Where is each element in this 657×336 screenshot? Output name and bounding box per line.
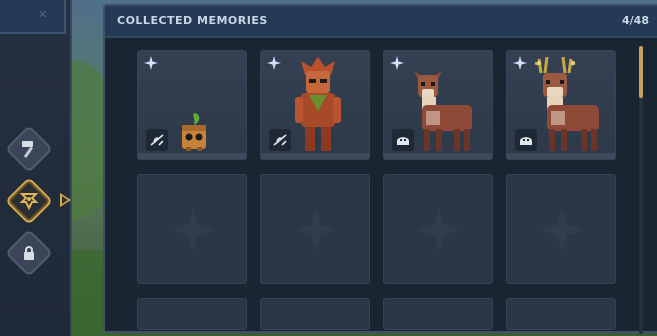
animal-icon [397,137,409,145]
empty-slot-star-icon [540,208,584,252]
sparkle-icon [267,56,281,70]
animal-icon [520,137,532,145]
memory-slot-leafy-humanoid[interactable] [260,50,370,160]
slot-base [138,153,246,159]
hammer-icon [22,141,33,158]
memory-slot-sapling[interactable] [137,50,247,160]
slot-base [261,153,369,159]
sparkle-icon [390,56,404,70]
plant-icon [273,134,287,146]
collection-count: 4/48 [622,14,649,27]
memories-icon [19,193,39,211]
plant-badge [269,129,291,151]
scrollbar-thumb[interactable] [639,46,643,98]
animal-badge [515,129,537,151]
empty-slot-star-icon [171,208,215,252]
lock-icon [24,246,34,260]
memory-slot-empty[interactable] [383,174,493,284]
slot-base [507,153,615,159]
memory-slot-antlered-stag[interactable] [506,50,616,160]
memory-slot-empty[interactable] [260,174,370,284]
memories-button[interactable] [4,176,54,226]
memory-slot-empty[interactable] [383,298,493,330]
antlered-stag-sprite [534,56,599,151]
panel-title: COLLECTED MEMORIES [117,14,268,27]
active-indicator-arrow [60,193,71,207]
slot-base [384,153,492,159]
memory-slot-empty[interactable] [506,298,616,330]
memory-slot-deer-doe[interactable] [383,50,493,160]
panel-header: COLLECTED MEMORIES 4/48 [105,6,657,38]
rail-top-tab: ✕ [0,0,66,34]
rail-top-glyph: ✕ [38,8,48,21]
memory-slot-empty[interactable] [260,298,370,330]
sparkle-icon [144,56,158,70]
empty-slot-star-icon [294,208,338,252]
scrollbar[interactable] [639,46,643,334]
memory-slot-empty[interactable] [137,298,247,330]
memory-slot-empty[interactable] [137,174,247,284]
collected-memories-panel: COLLECTED MEMORIES 4/48 [103,4,657,334]
leafy-humanoid-sprite [295,57,341,151]
plant-badge [146,129,168,151]
locked-button[interactable] [4,228,54,278]
hammer-button[interactable] [4,124,54,174]
sapling-creature-sprite [182,113,206,151]
sparkle-icon [513,56,527,70]
empty-slot-star-icon [417,208,461,252]
memory-slot-empty[interactable] [506,174,616,284]
animal-badge [392,129,414,151]
deer-doe-sprite [414,71,472,151]
plant-icon [150,134,164,146]
side-rail: ✕ [0,0,72,336]
